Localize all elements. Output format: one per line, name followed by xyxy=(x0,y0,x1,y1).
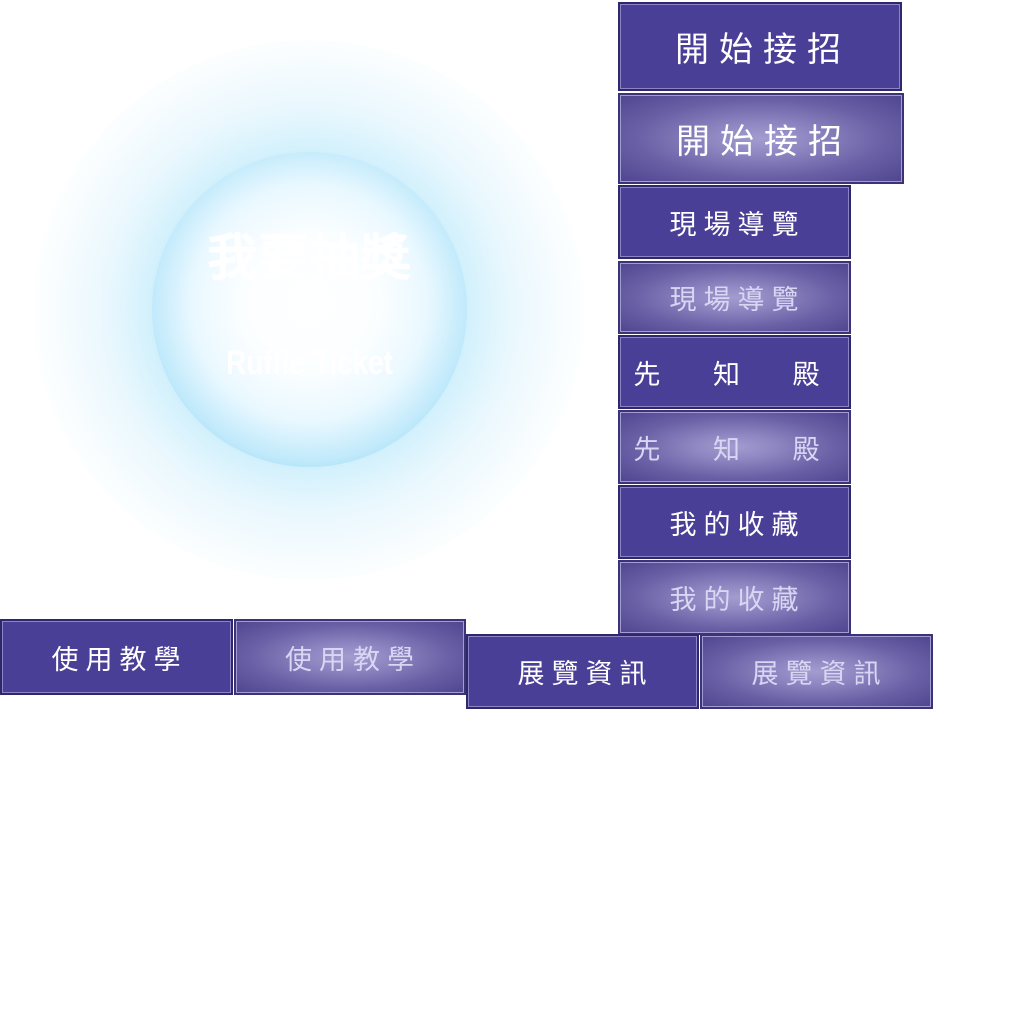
tour-button[interactable]: 現場導覽 xyxy=(618,185,851,259)
exhibition-button[interactable]: 展覽資訊 xyxy=(466,634,699,709)
tutorial-button-pressed[interactable]: 使用教學 xyxy=(234,619,466,695)
exhibition-button-label: 展覽資訊 xyxy=(517,659,654,690)
prophet-button-label: 先 知 殿 xyxy=(633,359,842,391)
start-button-label: 開始接招 xyxy=(675,30,851,70)
favorites-button-label: 我的收藏 xyxy=(669,509,806,541)
favorites-button[interactable]: 我的收藏 xyxy=(618,485,851,559)
raffle-title: 我要抽獎 xyxy=(207,229,412,287)
tour-button-pressed-label: 現場導覽 xyxy=(669,285,806,316)
tutorial-button-label: 使用教學 xyxy=(51,644,188,676)
prophet-button-pressed-label: 先 知 殿 xyxy=(633,434,842,466)
start-button[interactable]: 開始接招 xyxy=(618,2,902,91)
exhibition-button-pressed[interactable]: 展覽資訊 xyxy=(700,634,933,709)
prophet-button[interactable]: 先 知 殿 xyxy=(618,335,851,409)
prophet-button-pressed[interactable]: 先 知 殿 xyxy=(618,410,851,484)
tutorial-button[interactable]: 使用教學 xyxy=(0,619,233,695)
tour-button-pressed[interactable]: 現場導覽 xyxy=(618,261,851,334)
raffle-button[interactable]: 我要抽獎 Ruffle Ticket xyxy=(152,152,467,467)
start-button-pressed-label: 開始接招 xyxy=(676,122,852,162)
exhibition-button-pressed-label: 展覽資訊 xyxy=(751,659,888,690)
tour-button-label: 現場導覽 xyxy=(669,209,806,241)
raffle-subtitle: Ruffle Ticket xyxy=(226,344,393,382)
tutorial-button-pressed-label: 使用教學 xyxy=(285,644,421,676)
favorites-button-pressed[interactable]: 我的收藏 xyxy=(618,560,851,635)
favorites-button-pressed-label: 我的收藏 xyxy=(669,585,806,616)
start-button-pressed[interactable]: 開始接招 xyxy=(618,93,904,184)
